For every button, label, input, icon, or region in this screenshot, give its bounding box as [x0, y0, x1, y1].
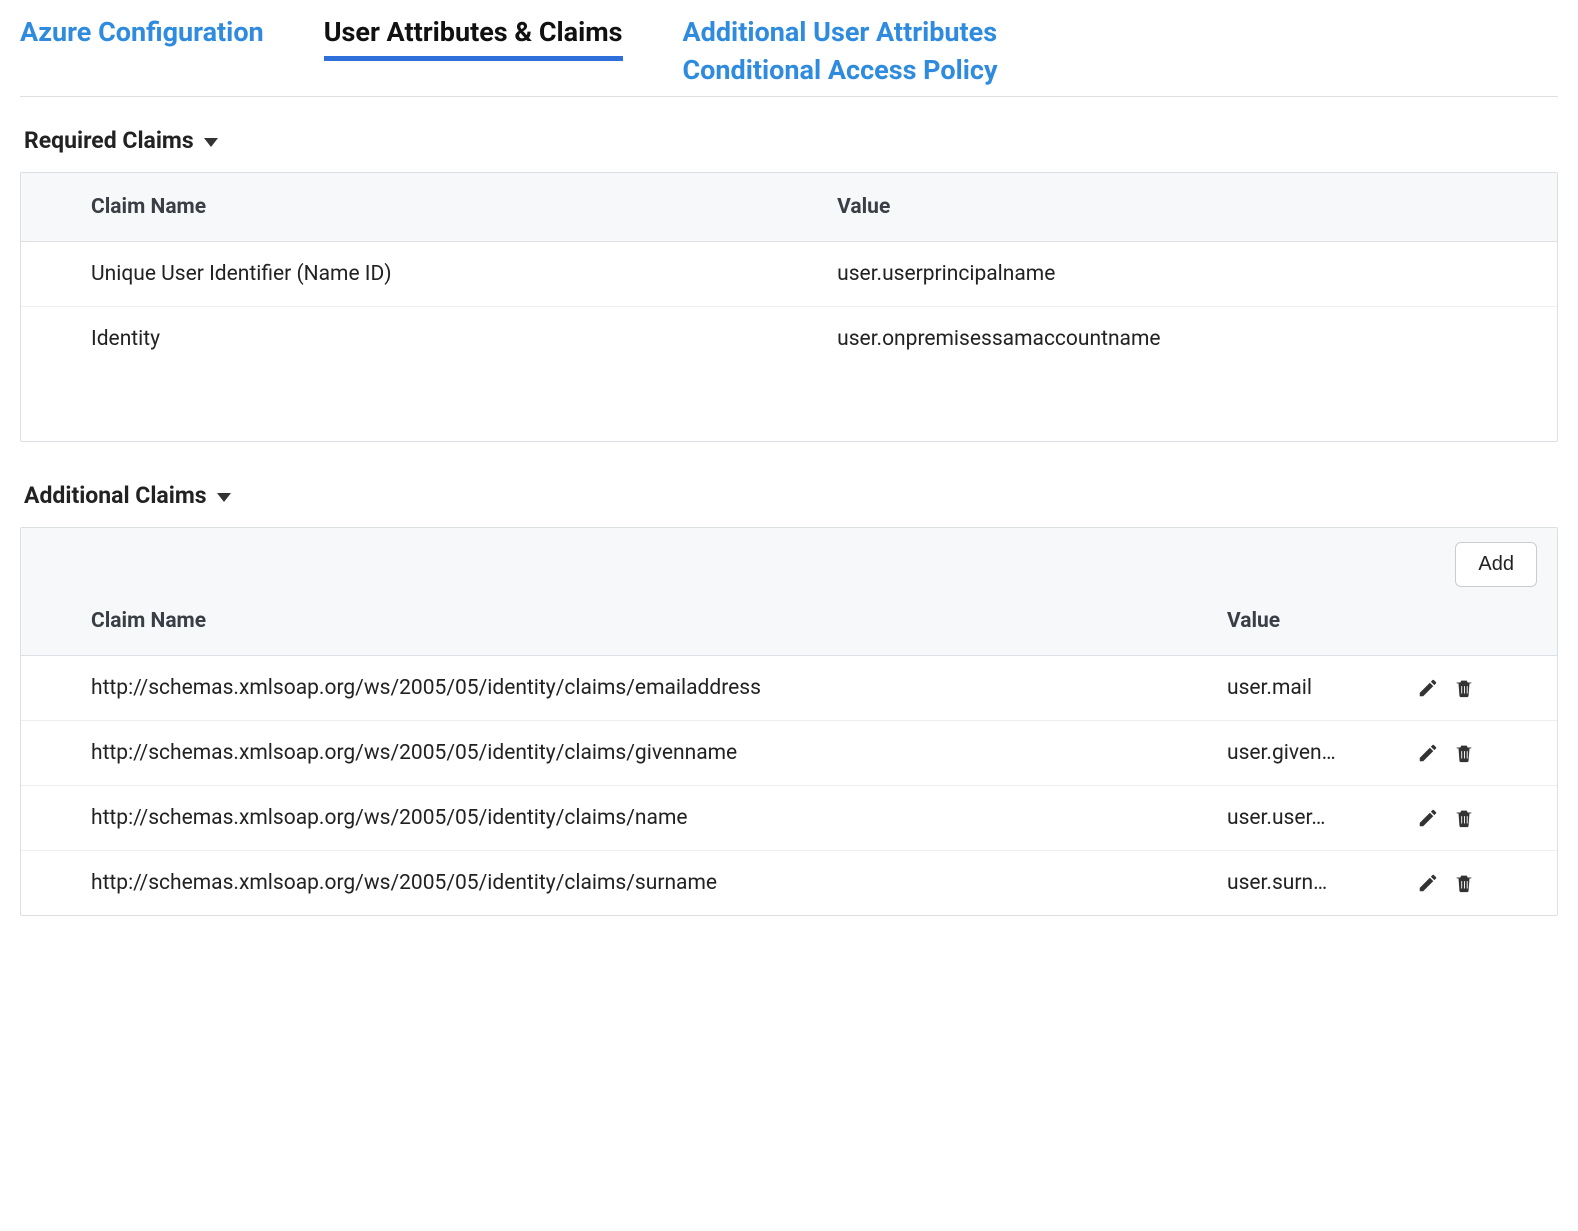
claim-value-cell: user.userprincipalname [767, 241, 1557, 306]
tab-conditional-access-policy[interactable]: Conditional Access Policy [683, 52, 998, 90]
table-row: http://schemas.xmlsoap.org/ws/2005/05/id… [21, 850, 1557, 915]
claim-value-cell: user.onpremisessamaccountname [767, 306, 1557, 371]
required-col-name: Claim Name [21, 173, 767, 242]
additional-claims-table: Claim Name Value http://schemas.xmlsoap.… [21, 587, 1557, 915]
tabs-bar: Azure Configuration User Attributes & Cl… [20, 14, 1558, 97]
delete-icon[interactable] [1453, 872, 1475, 894]
table-row: http://schemas.xmlsoap.org/ws/2005/05/id… [21, 785, 1557, 850]
table-row: http://schemas.xmlsoap.org/ws/2005/05/id… [21, 655, 1557, 720]
additional-claims-panel: Add Claim Name Value http://schemas.xmls… [20, 527, 1558, 916]
delete-icon[interactable] [1453, 742, 1475, 764]
claim-value-cell: user.mail [1227, 676, 1312, 700]
required-claims-panel: Claim Name Value Unique User Identifier … [20, 172, 1558, 442]
edit-icon[interactable] [1417, 742, 1439, 764]
additional-col-actions [1417, 587, 1557, 656]
claim-name-cell: http://schemas.xmlsoap.org/ws/2005/05/id… [21, 720, 1217, 785]
claim-value-cell: user.user… [1227, 806, 1325, 830]
claim-name-cell: http://schemas.xmlsoap.org/ws/2005/05/id… [21, 850, 1217, 915]
edit-icon[interactable] [1417, 677, 1439, 699]
additional-claims-label: Additional Claims [24, 482, 207, 509]
tab-user-attributes-claims[interactable]: User Attributes & Claims [324, 14, 623, 61]
additional-claims-toolbar: Add [21, 528, 1557, 587]
claim-value-cell: user.surn… [1227, 871, 1327, 895]
required-claims-label: Required Claims [24, 127, 194, 154]
claim-name-cell: Identity [21, 306, 767, 371]
delete-icon[interactable] [1453, 677, 1475, 699]
claim-name-cell: Unique User Identifier (Name ID) [21, 241, 767, 306]
additional-col-name: Claim Name [21, 587, 1217, 656]
caret-down-icon [217, 493, 231, 502]
tab-azure-configuration[interactable]: Azure Configuration [20, 14, 264, 52]
delete-icon[interactable] [1453, 807, 1475, 829]
tab-additional-user-attributes[interactable]: Additional User Attributes [683, 14, 998, 52]
additional-col-value: Value [1217, 587, 1417, 656]
add-button[interactable]: Add [1455, 542, 1537, 587]
claim-value-cell: user.given… [1227, 741, 1336, 765]
required-claims-table: Claim Name Value Unique User Identifier … [21, 173, 1557, 441]
edit-icon[interactable] [1417, 872, 1439, 894]
claim-name-cell: http://schemas.xmlsoap.org/ws/2005/05/id… [21, 785, 1217, 850]
claim-name-cell: http://schemas.xmlsoap.org/ws/2005/05/id… [21, 655, 1217, 720]
caret-down-icon [204, 138, 218, 147]
required-col-value: Value [767, 173, 1557, 242]
additional-claims-heading[interactable]: Additional Claims [24, 482, 1554, 509]
table-row: http://schemas.xmlsoap.org/ws/2005/05/id… [21, 720, 1557, 785]
required-claims-heading[interactable]: Required Claims [24, 127, 1554, 154]
table-row: Unique User Identifier (Name ID) user.us… [21, 241, 1557, 306]
edit-icon[interactable] [1417, 807, 1439, 829]
table-row: Identity user.onpremisessamaccountname [21, 306, 1557, 371]
